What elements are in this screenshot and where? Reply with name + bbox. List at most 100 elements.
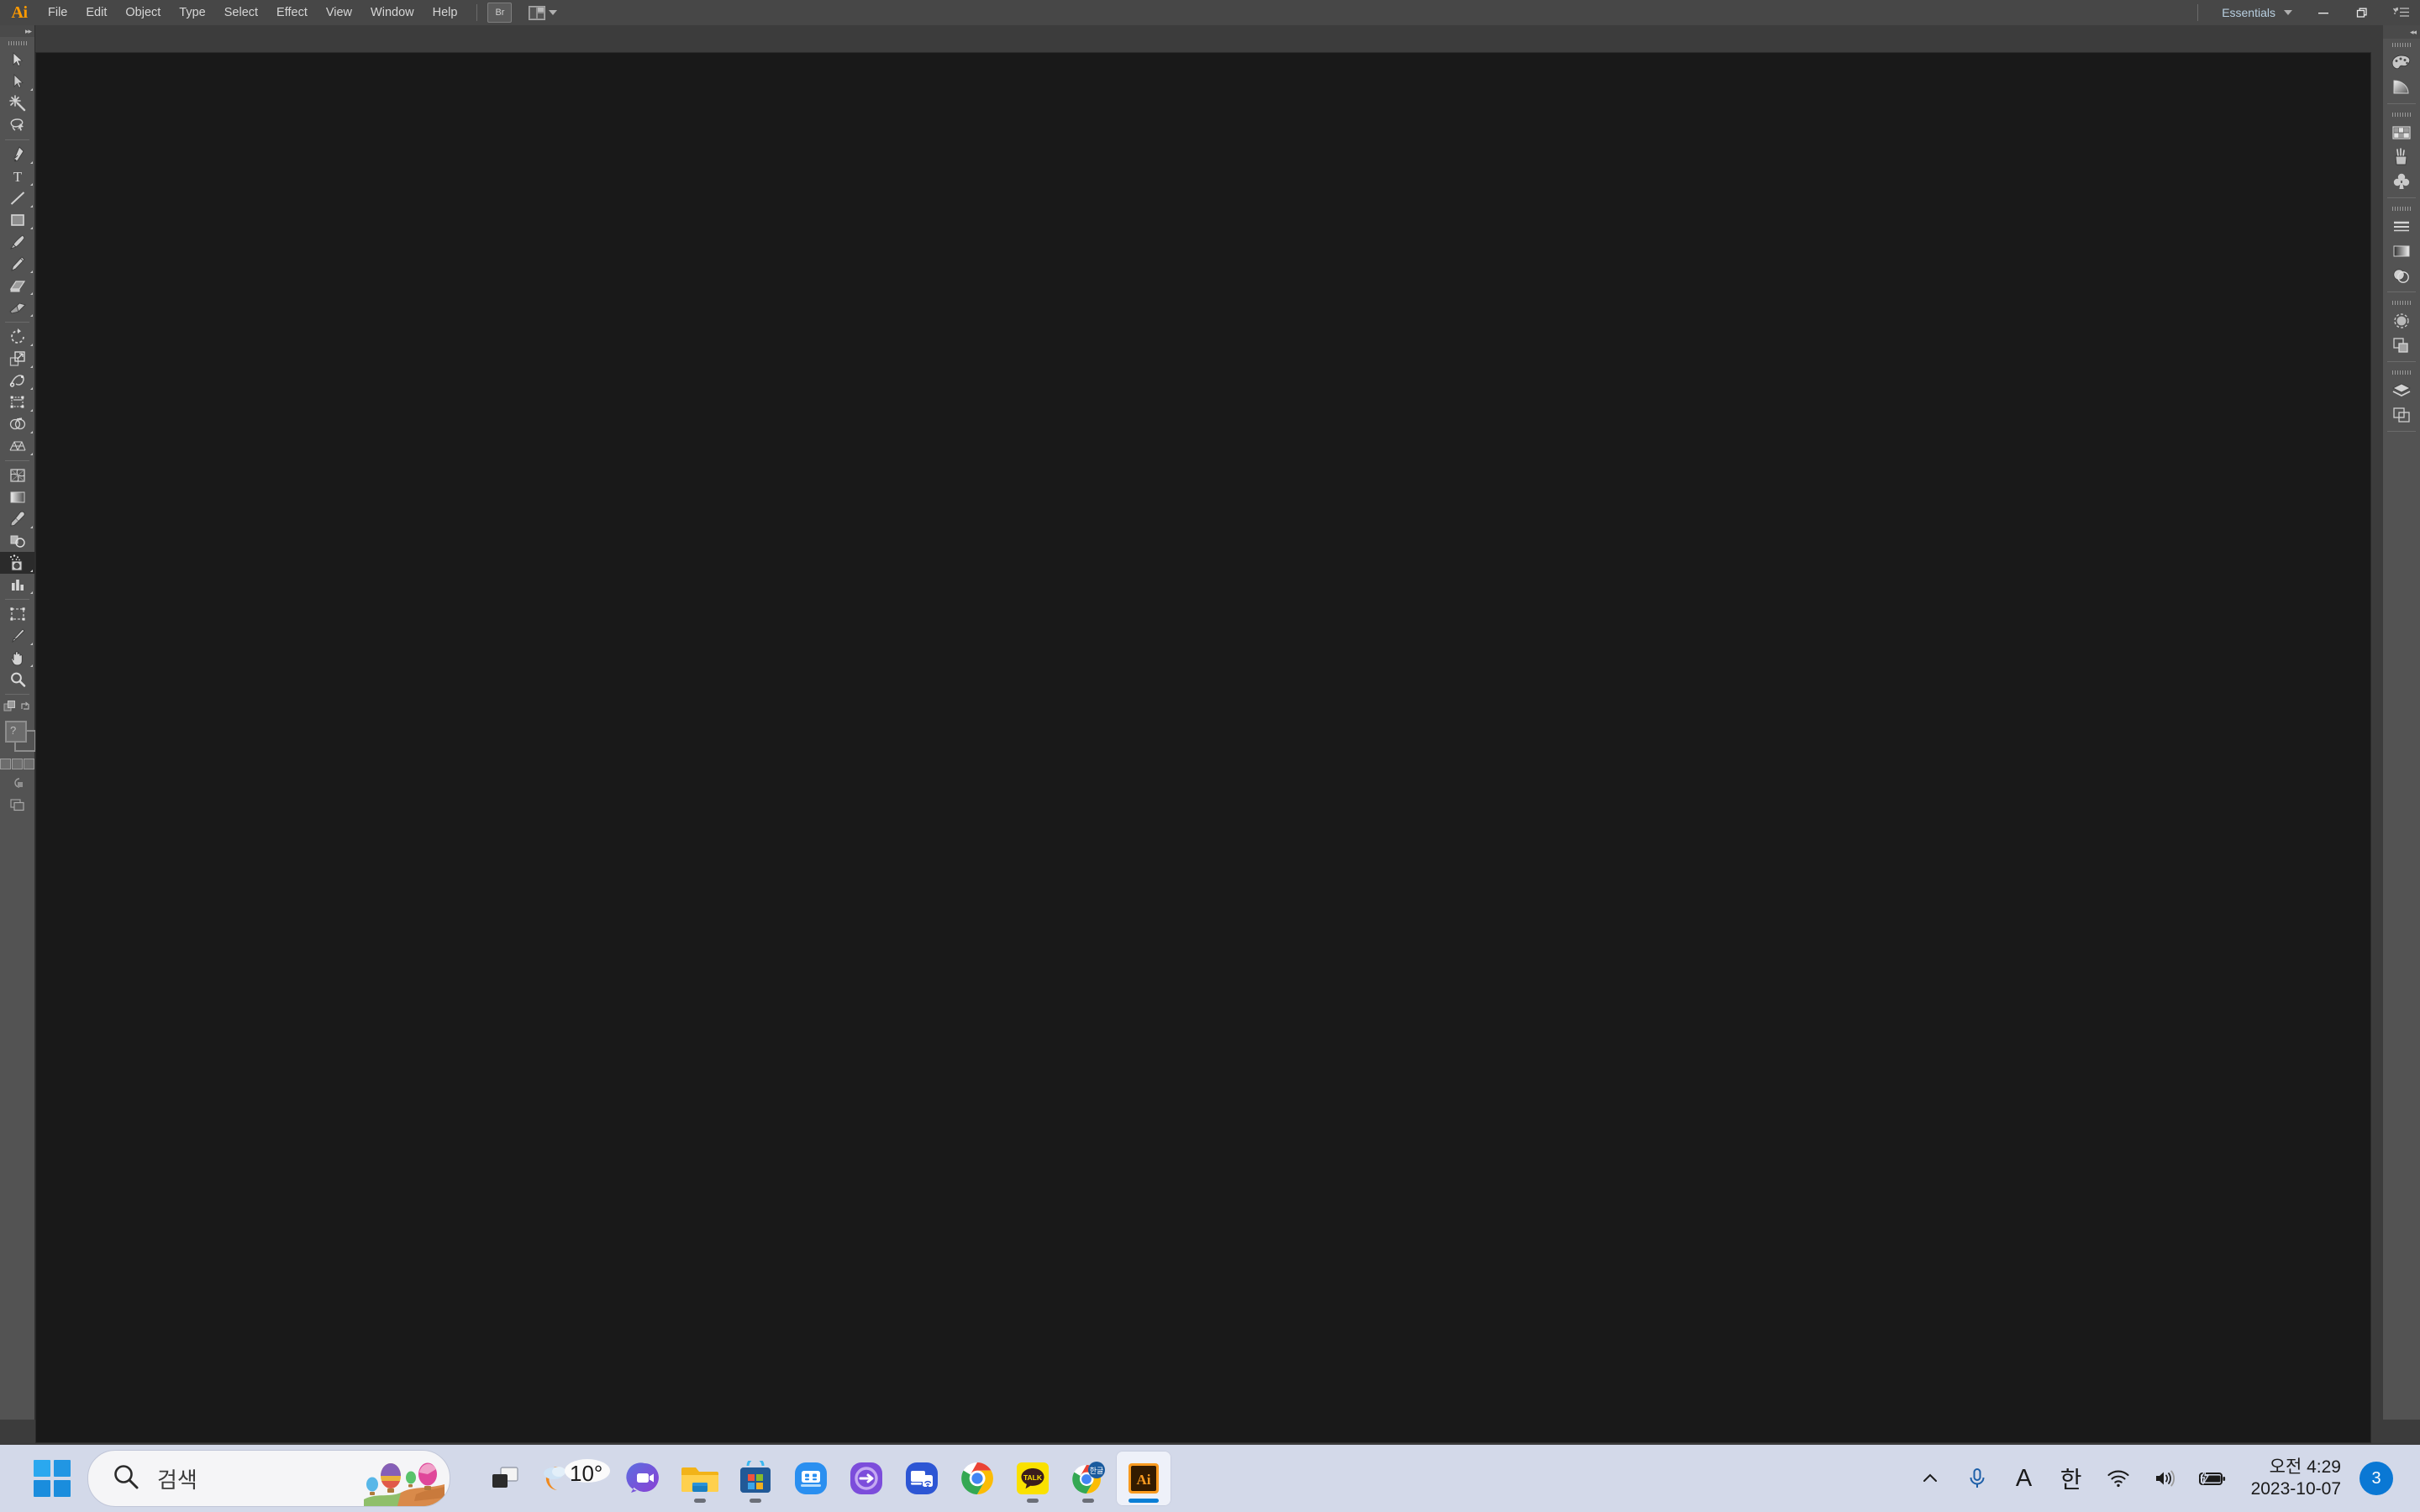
taskbar-item-chat[interactable] xyxy=(617,1451,672,1506)
drawing-mode-button[interactable] xyxy=(0,772,34,794)
perspective-grid-tool[interactable] xyxy=(0,435,34,457)
gradient-panel-icon[interactable] xyxy=(2383,239,2420,263)
taskbar-item-samsung-smart-switch[interactable] xyxy=(839,1451,894,1506)
taskbar-item-adobe-illustrator[interactable]: Ai xyxy=(1116,1451,1171,1506)
magic-wand-tool[interactable] xyxy=(0,92,34,114)
transparency-panel-icon[interactable] xyxy=(2383,263,2420,287)
clock[interactable]: 오전 4:29 2023-10-07 xyxy=(2236,1457,2353,1501)
paintbrush-tool[interactable] xyxy=(0,231,34,253)
shape-builder-tool[interactable] xyxy=(0,413,34,435)
zoom-tool[interactable] xyxy=(0,669,34,690)
dock-group-grip-3[interactable] xyxy=(2383,202,2420,214)
width-tool[interactable] xyxy=(0,370,34,391)
symbols-panel-icon[interactable] xyxy=(2383,169,2420,193)
pen-tool[interactable] xyxy=(0,144,34,165)
taskbar-item-file-explorer[interactable] xyxy=(672,1451,728,1506)
dock-group-grip-2[interactable] xyxy=(2383,108,2420,120)
collapse-panels-icon[interactable]: ◂◂ xyxy=(2410,28,2417,36)
rectangle-tool[interactable] xyxy=(0,209,34,231)
graphic-styles-panel-icon[interactable] xyxy=(2383,333,2420,357)
volume-icon[interactable] xyxy=(2142,1452,2189,1504)
panel-menu-button[interactable] xyxy=(2383,0,2420,25)
menu-item-effect[interactable]: Effect xyxy=(267,0,317,25)
scale-tool[interactable] xyxy=(0,348,34,370)
stroke-panel-icon[interactable] xyxy=(2383,214,2420,239)
tools-panel-grip[interactable] xyxy=(0,37,34,49)
rotate-tool[interactable] xyxy=(0,326,34,348)
search-input[interactable]: 검색 xyxy=(87,1450,450,1507)
swatches-panel-icon[interactable] xyxy=(2383,120,2420,144)
dock-group-grip-4[interactable] xyxy=(2383,297,2420,308)
start-button[interactable] xyxy=(34,1460,71,1497)
menu-item-object[interactable]: Object xyxy=(116,0,170,25)
direct-selection-tool[interactable] xyxy=(0,71,34,92)
taskbar-item-chrome-korean-app[interactable]: 한글 xyxy=(1060,1451,1116,1506)
expand-tools-icon[interactable]: ▸▸ xyxy=(25,27,32,35)
battery-charging-icon[interactable] xyxy=(2189,1452,2236,1504)
menu-item-type[interactable]: Type xyxy=(170,0,214,25)
tools-panel-header[interactable]: ▸▸ xyxy=(0,25,34,37)
line-segment-tool[interactable] xyxy=(0,187,34,209)
task-view-button[interactable] xyxy=(477,1451,533,1506)
dock-group-grip[interactable] xyxy=(2383,39,2420,50)
ime-alpha-icon[interactable]: A xyxy=(2001,1452,2048,1504)
layers-panel-icon[interactable] xyxy=(2383,378,2420,402)
appearance-panel-icon[interactable] xyxy=(2383,308,2420,333)
menu-item-select[interactable]: Select xyxy=(215,0,267,25)
hand-tool[interactable] xyxy=(0,647,34,669)
brushes-panel-icon[interactable] xyxy=(2383,144,2420,169)
selection-tool[interactable] xyxy=(0,49,34,71)
color-guide-panel-icon[interactable] xyxy=(2383,75,2420,99)
taskbar-item-microsoft-store[interactable] xyxy=(728,1451,783,1506)
dock-group-grip-5[interactable] xyxy=(2383,366,2420,378)
none-button[interactable] xyxy=(24,759,34,769)
pencil-tool[interactable] xyxy=(0,253,34,275)
arrange-documents-button[interactable] xyxy=(529,5,558,20)
window-restore-button[interactable] xyxy=(2343,0,2381,25)
gradient-tool[interactable] xyxy=(0,486,34,508)
show-hidden-icons-button[interactable] xyxy=(1907,1452,1954,1504)
notification-center-button[interactable]: 3 xyxy=(2353,1452,2400,1504)
menu-item-view[interactable]: View xyxy=(317,0,361,25)
menu-item-window[interactable]: Window xyxy=(361,0,424,25)
screen-mode-button[interactable] xyxy=(0,794,34,816)
color-mode-buttons[interactable] xyxy=(0,756,34,772)
shaper-tool[interactable] xyxy=(0,275,34,297)
fill-and-stroke-indicator[interactable]: ? xyxy=(0,717,36,756)
taskbar-item-google-chrome[interactable] xyxy=(950,1451,1005,1506)
workspace-chevron-down-icon[interactable] xyxy=(2284,10,2292,15)
column-graph-tool[interactable] xyxy=(0,574,34,596)
document-canvas[interactable] xyxy=(35,52,2371,1443)
wifi-icon[interactable] xyxy=(2095,1452,2142,1504)
artboards-panel-icon[interactable] xyxy=(2383,402,2420,427)
symbol-sprayer-tool[interactable] xyxy=(0,552,34,574)
mesh-tool[interactable] xyxy=(0,465,34,486)
swap-fill-stroke-button[interactable] xyxy=(19,701,31,717)
lasso-tool[interactable] xyxy=(0,114,34,136)
free-transform-tool[interactable] xyxy=(0,391,34,413)
eyedropper-tool[interactable] xyxy=(0,508,34,530)
window-minimize-button[interactable] xyxy=(2304,0,2343,25)
taskbar-item-kakaotalk[interactable]: TALK xyxy=(1005,1451,1060,1506)
bridge-button[interactable]: Br xyxy=(487,3,513,23)
color-panel-icon[interactable] xyxy=(2383,50,2420,75)
default-fill-stroke-button[interactable] xyxy=(3,700,17,717)
dock-group-appearance xyxy=(2383,297,2420,357)
taskbar-item-samsung-quick-share[interactable] xyxy=(783,1451,839,1506)
taskbar-item-samsung-multi-control[interactable] xyxy=(894,1451,950,1506)
type-tool[interactable]: T xyxy=(0,165,34,187)
dock-collapse-button[interactable]: ◂◂ xyxy=(2383,25,2420,39)
menu-item-file[interactable]: File xyxy=(39,0,76,25)
color-button[interactable] xyxy=(0,759,11,769)
slice-tool[interactable] xyxy=(0,625,34,647)
gradient-button[interactable] xyxy=(12,759,23,769)
eraser-tool[interactable] xyxy=(0,297,34,318)
workspace-switcher[interactable]: Essentials xyxy=(2208,6,2284,19)
weather-widget[interactable]: 10° xyxy=(533,1451,617,1506)
artboard-tool[interactable] xyxy=(0,603,34,625)
menu-item-edit[interactable]: Edit xyxy=(76,0,116,25)
menu-item-help[interactable]: Help xyxy=(424,0,467,25)
blend-tool[interactable] xyxy=(0,530,34,552)
microphone-icon[interactable] xyxy=(1954,1452,2001,1504)
ime-korean-icon[interactable]: 한 xyxy=(2048,1452,2095,1504)
